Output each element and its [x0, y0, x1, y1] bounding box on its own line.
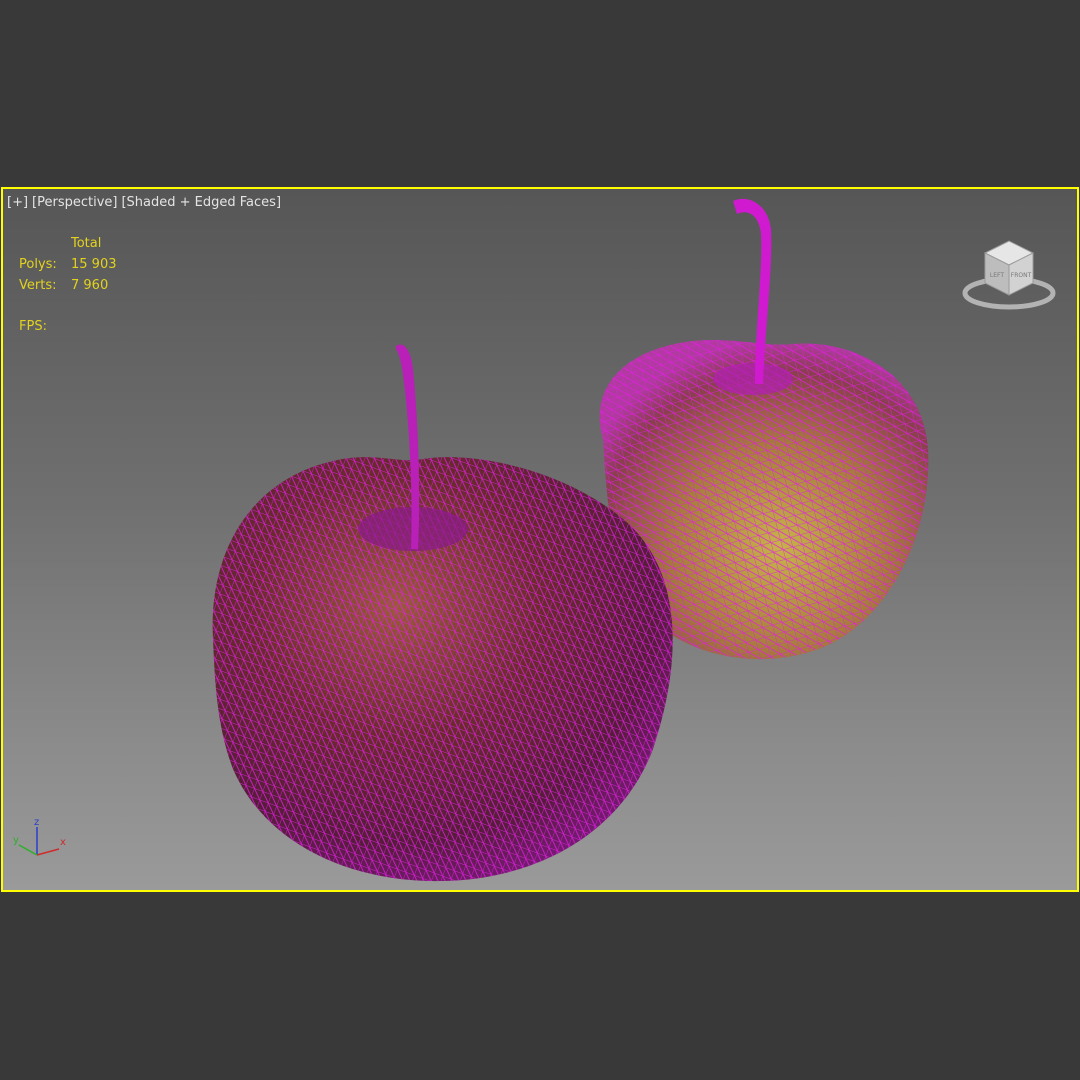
viewcube-front-label: FRONT	[1011, 272, 1032, 279]
fps-label: FPS:	[19, 319, 47, 334]
viewport-label: [+] [Perspective] [Shaded + Edged Faces]	[7, 195, 281, 210]
viewport-shading-mode[interactable]: [Shaded + Edged Faces]	[121, 195, 281, 210]
axis-gizmo: z x y	[13, 817, 66, 856]
axis-x-label: x	[60, 837, 66, 848]
viewcube-icon[interactable]: LEFT FRONT	[961, 231, 1057, 311]
perspective-viewport[interactable]: [+] [Perspective] [Shaded + Edged Faces]…	[1, 187, 1079, 892]
viewport-menu-plus[interactable]: [+]	[7, 195, 28, 210]
polys-value: 15 903	[71, 257, 117, 272]
axis-z-label: z	[34, 817, 39, 828]
polys-label: Polys:	[19, 257, 57, 272]
scene-render[interactable]	[3, 189, 1077, 890]
verts-value: 7 960	[71, 278, 109, 293]
stats-header: Total	[71, 236, 102, 251]
axis-y-label: y	[13, 835, 19, 846]
verts-label: Verts:	[19, 278, 57, 293]
viewcube-left-label: LEFT	[990, 272, 1004, 279]
statistics-overlay: Total Polys: 15 903 Verts: 7 960 FPS:	[19, 233, 117, 337]
viewport-view-mode[interactable]: [Perspective]	[32, 195, 117, 210]
